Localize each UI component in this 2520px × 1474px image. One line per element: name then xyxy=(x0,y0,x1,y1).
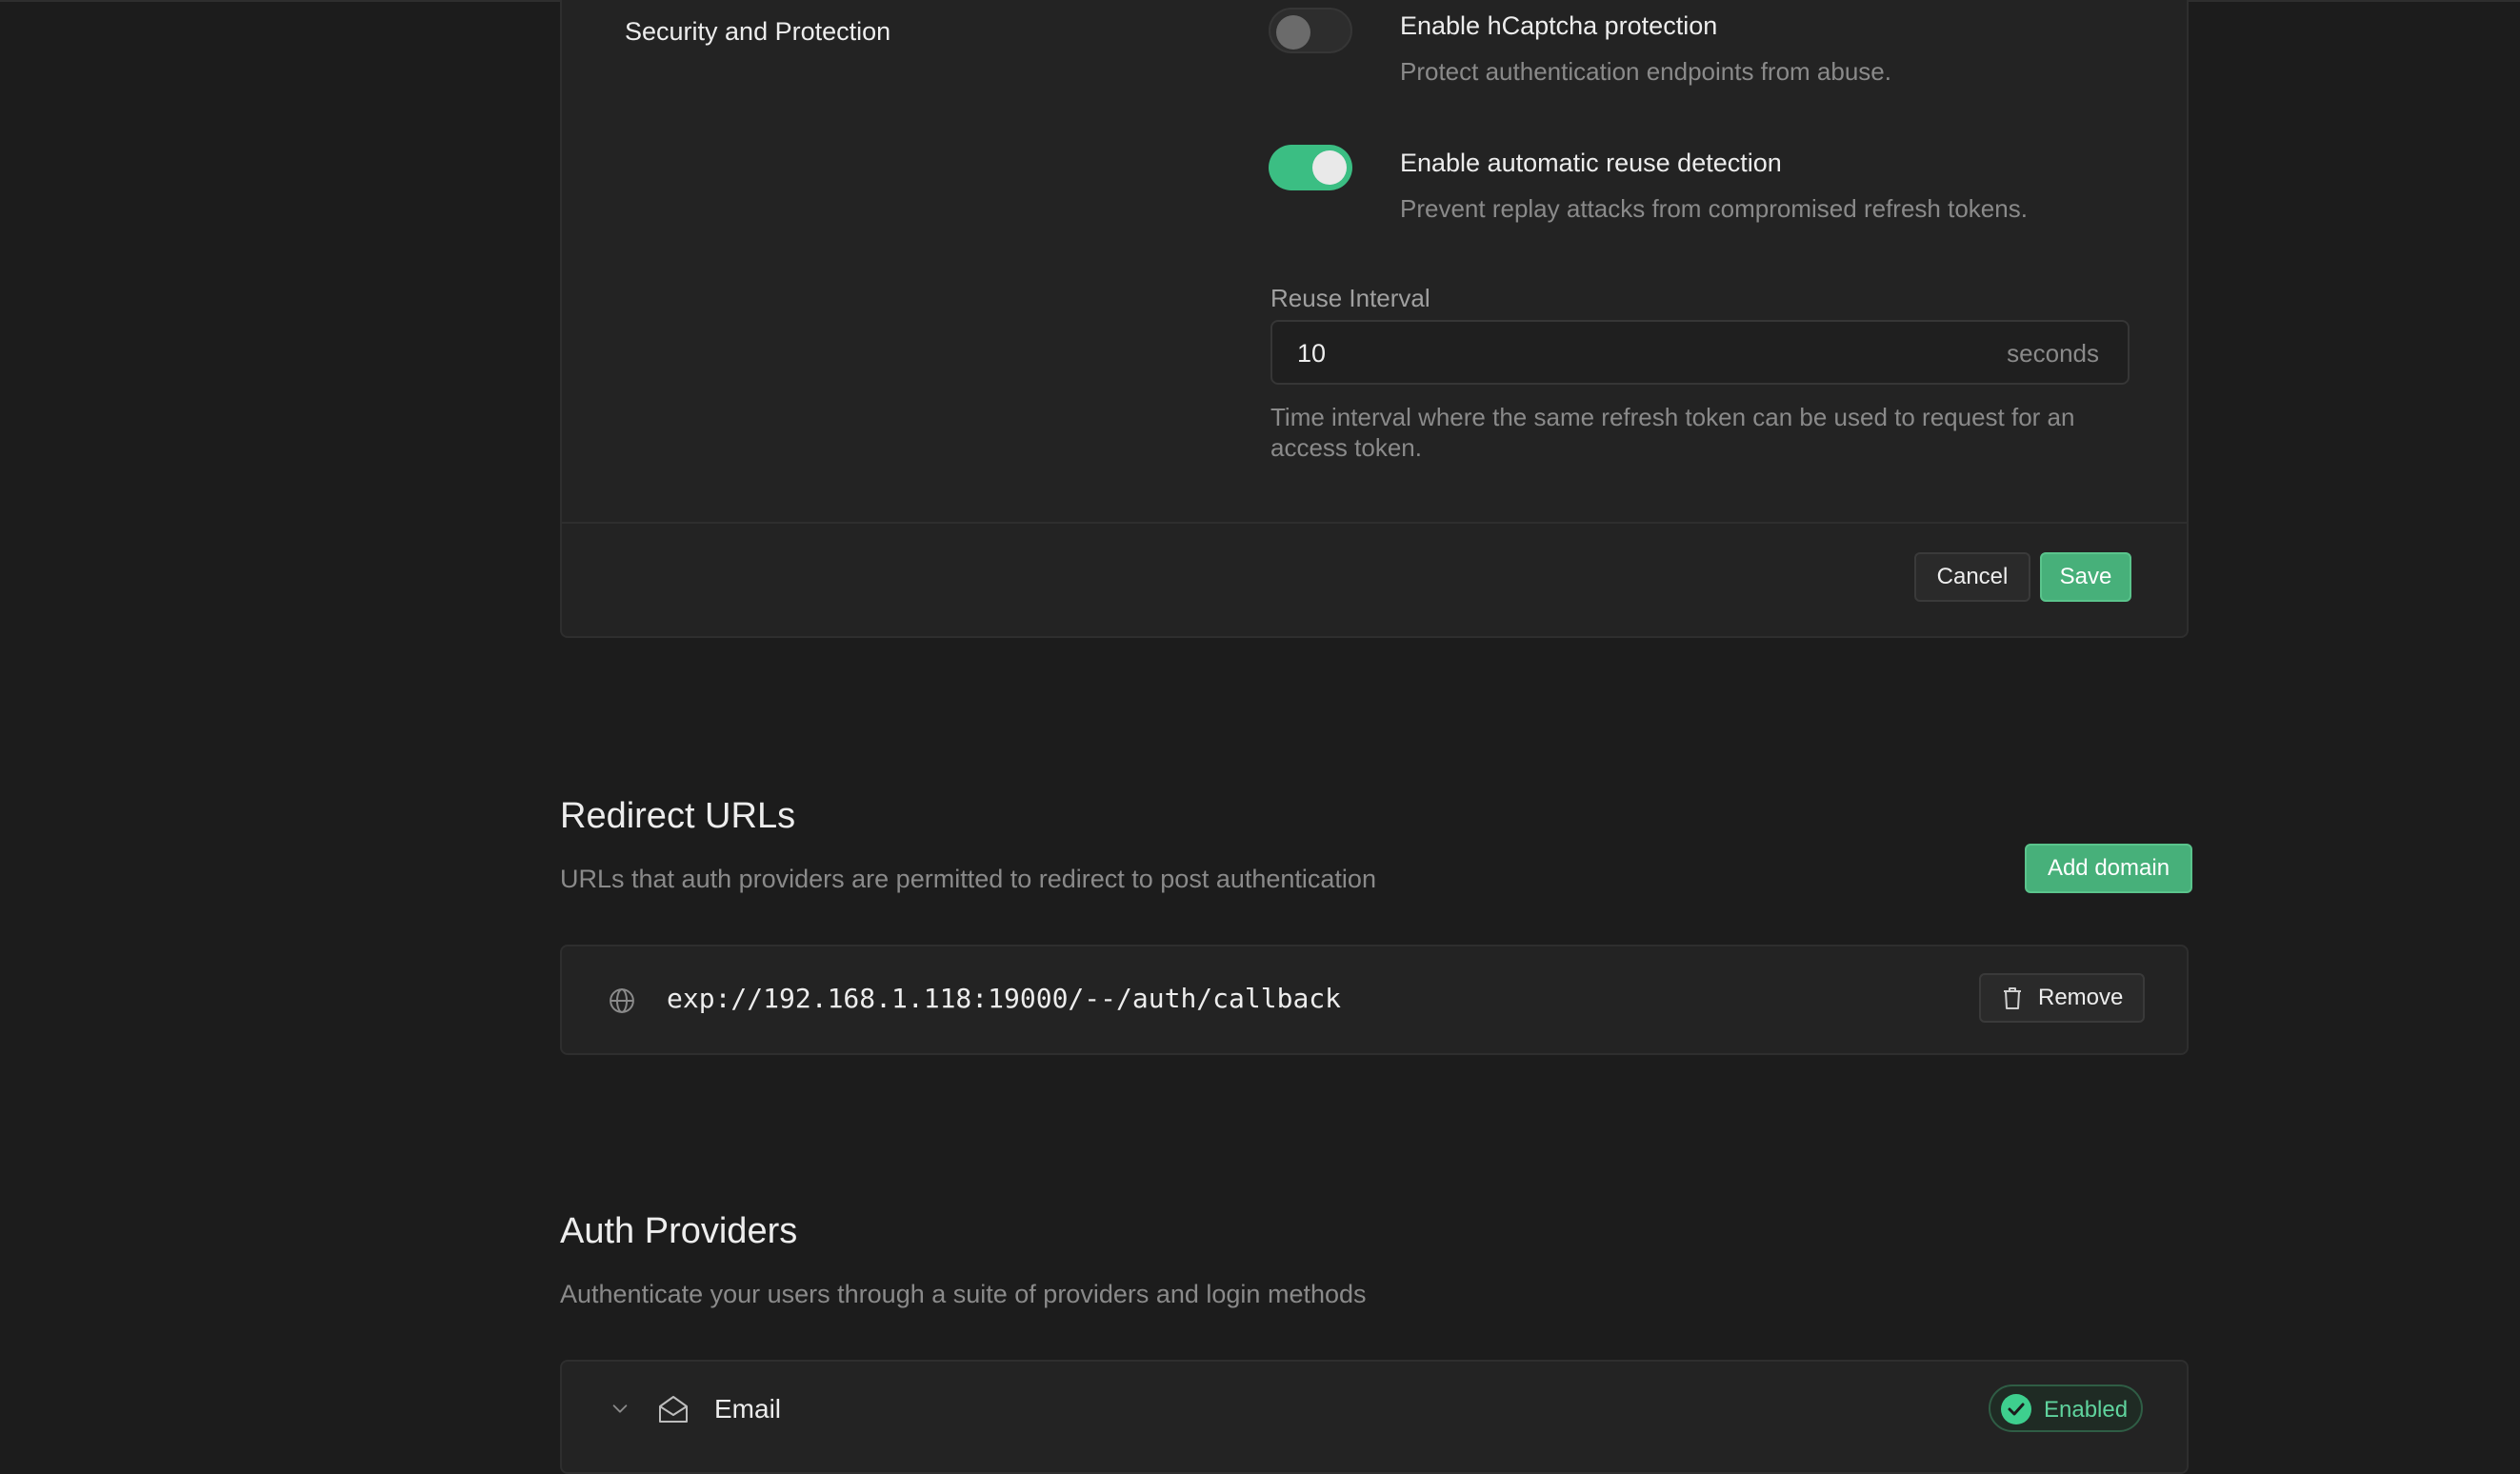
chevron-down-icon[interactable] xyxy=(610,1398,630,1419)
reuse-detection-description: Prevent replay attacks from compromised … xyxy=(1400,194,2028,223)
reuse-interval-input[interactable] xyxy=(1295,322,1870,385)
hcaptcha-toggle[interactable] xyxy=(1269,8,1352,53)
remove-url-button[interactable]: Remove xyxy=(1979,973,2145,1023)
provider-row-email[interactable]: Email Enabled xyxy=(560,1360,2189,1474)
reuse-detection-toggle[interactable] xyxy=(1269,145,1352,190)
redirect-urls-heading: Redirect URLs xyxy=(560,796,796,836)
reuse-interval-unit: seconds xyxy=(2007,339,2099,368)
globe-icon xyxy=(610,988,634,1013)
cancel-button[interactable]: Cancel xyxy=(1914,552,2030,602)
reuse-detection-title: Enable automatic reuse detection xyxy=(1400,149,1782,177)
envelope-icon xyxy=(659,1396,688,1423)
reuse-interval-label: Reuse Interval xyxy=(1270,284,1430,312)
security-settings-card: Security and Protection Enable hCaptcha … xyxy=(560,0,2189,638)
card-footer: Cancel Save xyxy=(562,522,2187,636)
save-button[interactable]: Save xyxy=(2040,552,2131,602)
redirect-urls-subtitle: URLs that auth providers are permitted t… xyxy=(560,865,1376,893)
remove-label: Remove xyxy=(2038,985,2124,1010)
redirect-url-text: exp://192.168.1.118:19000/--/auth/callba… xyxy=(667,983,1342,1014)
trash-icon xyxy=(2004,987,2021,1009)
hcaptcha-description: Protect authentication endpoints from ab… xyxy=(1400,57,1891,86)
hcaptcha-title: Enable hCaptcha protection xyxy=(1400,11,1718,40)
section-title: Security and Protection xyxy=(625,17,891,46)
toggle-knob xyxy=(1312,150,1347,185)
add-domain-button[interactable]: Add domain xyxy=(2025,844,2192,893)
status-label: Enabled xyxy=(2044,1397,2129,1423)
redirect-url-row: exp://192.168.1.118:19000/--/auth/callba… xyxy=(560,945,2189,1055)
provider-name: Email xyxy=(714,1394,782,1424)
reuse-interval-help: Time interval where the same refresh tok… xyxy=(1270,403,2075,462)
reuse-interval-field: seconds xyxy=(1270,320,2130,385)
auth-providers-subtitle: Authenticate your users through a suite … xyxy=(560,1280,1367,1308)
toggle-knob xyxy=(1276,15,1310,50)
status-badge: Enabled xyxy=(1989,1384,2143,1432)
check-circle-icon xyxy=(2001,1394,2031,1424)
auth-providers-heading: Auth Providers xyxy=(560,1211,798,1251)
